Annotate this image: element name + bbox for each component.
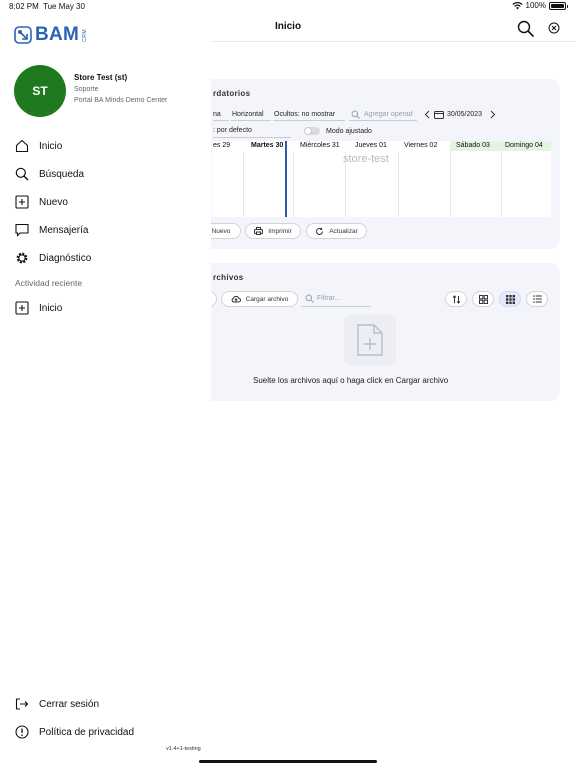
close-circle-icon[interactable]	[548, 22, 560, 34]
menu-item-busqueda[interactable]: Búsqueda	[15, 165, 84, 183]
home-icon	[15, 139, 29, 153]
list-icon	[532, 295, 542, 303]
new-button[interactable]: Nuevo	[211, 223, 241, 239]
underline	[231, 120, 271, 121]
app-logo: BAM CRM	[14, 23, 88, 47]
home-indicator[interactable]	[199, 760, 377, 763]
app-version: v1.4+1-testing	[166, 746, 201, 752]
grid-small-icon	[505, 294, 515, 304]
file-dropzone[interactable]	[344, 314, 396, 366]
refresh-button[interactable]: Actualizar	[306, 223, 367, 239]
filter-input[interactable]: Filtrar...	[317, 295, 340, 302]
default-filter[interactable]: : por defecto	[213, 127, 252, 134]
underline	[273, 120, 345, 121]
large-grid-button[interactable]	[472, 291, 494, 307]
menu-item-mensajeria[interactable]: Mensajería	[15, 221, 88, 239]
recent-item-inicio[interactable]: Inicio	[15, 299, 62, 317]
print-button[interactable]: Imprimir	[245, 223, 301, 239]
side-drawer: BAM CRM ST Store Test (st) Soporte Porta…	[0, 14, 211, 768]
day-header: Viernes 02	[404, 142, 438, 149]
day-header-weekend: Domingo 04	[501, 141, 551, 151]
chevron-right-icon[interactable]	[490, 110, 496, 119]
plus-square-icon	[15, 301, 29, 315]
status-date: Tue May 30	[43, 2, 85, 11]
logout-icon	[15, 698, 29, 710]
list-view-button[interactable]	[526, 291, 548, 307]
cloud-upload-icon	[231, 295, 241, 303]
hidden-selector[interactable]: Ocultos: no mostrar	[274, 111, 335, 118]
menu-item-nuevo[interactable]: Nuevo	[15, 193, 68, 211]
wifi-icon	[511, 1, 523, 9]
day-column	[501, 151, 502, 217]
file-add-icon	[357, 324, 383, 356]
underline	[349, 120, 417, 121]
menu-item-diagnostico[interactable]: Diagnóstico	[15, 249, 91, 267]
plus-square-icon	[15, 195, 29, 209]
day-column	[293, 151, 294, 217]
avatar[interactable]: ST	[14, 65, 66, 117]
underline	[301, 306, 371, 307]
printer-icon	[254, 227, 264, 235]
day-column	[243, 151, 244, 217]
battery-icon	[549, 1, 568, 10]
privacy-policy-link[interactable]: Política de privacidad	[15, 723, 134, 741]
day-column	[450, 151, 451, 217]
status-bar: 8:02 PM Tue May 30 100%	[0, 0, 576, 14]
gear-icon	[16, 252, 28, 264]
recent-activity-label: Actividad reciente	[15, 278, 83, 288]
battery-percent: 100%	[525, 1, 546, 10]
current-time-line	[285, 141, 287, 217]
user-name: Store Test (st)	[74, 73, 128, 82]
files-card-title: rchivos	[213, 273, 244, 282]
day-header: Jueves 01	[355, 142, 387, 149]
add-operator-input[interactable]: Agregar operad	[364, 111, 413, 118]
logo-mark-icon	[14, 26, 32, 44]
logo-subtext: CRM	[82, 28, 89, 42]
status-right: 100%	[511, 1, 568, 10]
partial-button[interactable]	[211, 291, 217, 307]
drop-instructions: Suelte los archivos aquí o haga click en…	[253, 376, 449, 385]
calendar-icon[interactable]	[434, 110, 444, 119]
view-selector[interactable]: na	[213, 111, 221, 118]
watermark: store-test	[343, 153, 389, 165]
upload-button[interactable]: Cargar archivo	[221, 291, 298, 307]
day-header: es 29	[213, 142, 231, 149]
status-time: 8:02 PM	[9, 2, 39, 11]
search-icon	[305, 294, 314, 303]
search-icon[interactable]	[517, 20, 534, 37]
search-icon	[15, 167, 29, 181]
adjusted-mode-label: Modo ajustado	[326, 128, 372, 135]
date-picker[interactable]: 30/05/2023	[447, 111, 482, 118]
day-header-weekend: Sábado 03	[450, 141, 501, 151]
adjusted-mode-toggle[interactable]	[304, 127, 320, 135]
chevron-left-icon[interactable]	[424, 110, 430, 119]
day-header: Miércoles 31	[300, 142, 340, 149]
menu-item-inicio[interactable]: Inicio	[15, 137, 62, 155]
refresh-icon	[316, 227, 324, 235]
small-grid-button[interactable]	[499, 291, 521, 307]
alert-circle-icon	[15, 725, 29, 739]
main-content: rdatorios na Horizontal Ocultos: no most…	[211, 42, 576, 742]
day-column	[398, 151, 399, 217]
calendar-card-title: rdatorios	[213, 89, 251, 98]
logout-button[interactable]: Cerrar sesión	[15, 695, 99, 713]
user-role: Soporte	[74, 86, 99, 93]
logo-text: BAM	[35, 24, 80, 45]
calendar-grid[interactable]: es 29 Martes 30 Miércoles 31 Jueves 01 V…	[212, 141, 551, 217]
search-icon	[351, 110, 360, 119]
orientation-selector[interactable]: Horizontal	[232, 111, 264, 118]
sort-button[interactable]	[445, 291, 467, 307]
sort-icon	[452, 294, 460, 304]
underline	[213, 120, 229, 121]
calendar-card: rdatorios na Horizontal Ocultos: no most…	[211, 79, 560, 249]
underline	[213, 137, 291, 138]
user-portal: Portal BA Minds Demo Center	[74, 97, 168, 104]
grid-large-icon	[478, 294, 488, 304]
chat-icon	[15, 223, 29, 237]
